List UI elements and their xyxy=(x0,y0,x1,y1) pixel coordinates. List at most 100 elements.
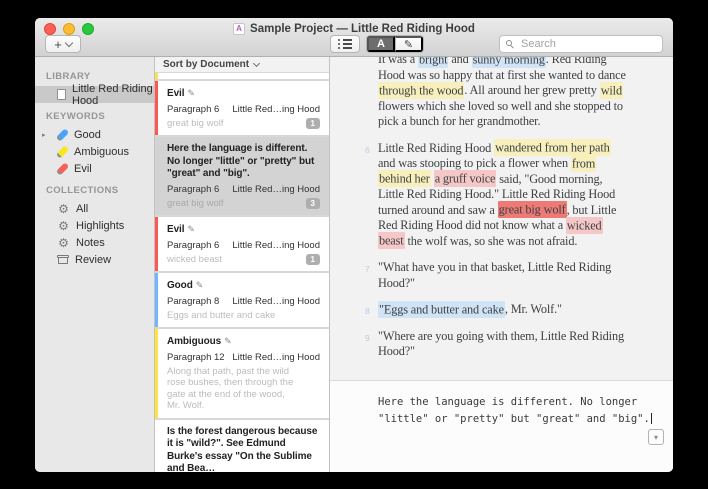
highlight-count-badge: 1 xyxy=(305,117,320,129)
document-paragraph[interactable]: 8 "Eggs and butter and cake, Mr. Wolf." xyxy=(365,300,626,318)
list-icon xyxy=(338,39,352,49)
chevron-down-icon xyxy=(253,59,261,68)
document-paragraph[interactable]: It was a bright and sunny morning. Red R… xyxy=(378,57,626,130)
note-card-excerpt-text: wicked beast xyxy=(167,253,222,265)
note-card-excerpt: Along that path, past the wild rose bush… xyxy=(167,366,320,412)
highlighted-text: a gruff voice xyxy=(433,170,497,187)
pencil-icon: ✎ xyxy=(224,336,232,346)
main-content: LIBRARY Little Red Riding Hood KEYWORDS ▸ Go… xyxy=(35,57,673,472)
paragraph-text: . All around her grew pretty xyxy=(464,83,600,97)
add-button[interactable]: + xyxy=(45,35,81,53)
note-card-meta: Paragraph 6 Little Red…ing Hood xyxy=(167,184,320,195)
note-card-excerpt-text: Eggs and butter and cake xyxy=(167,309,276,321)
paragraph-text: "Where are you going with them, Little R… xyxy=(378,328,624,359)
sidebar: LIBRARY Little Red Riding Hood KEYWORDS ▸ Go… xyxy=(35,57,155,472)
note-card-excerpt-text: Along that path, past the wild rose bush… xyxy=(167,365,294,412)
highlighted-text: bright xyxy=(417,57,449,68)
search-icon xyxy=(506,39,515,49)
sidebar-item-little-red-riding-hood[interactable]: Little Red Riding Hood xyxy=(35,83,154,107)
notes-list-panel: Sort by Document Evil ✎ Paragraph 6 Little … xyxy=(155,57,330,472)
sidebar-item-evil[interactable]: Evil xyxy=(35,160,154,177)
sidebar-item-highlights[interactable]: ⚙ Highlights xyxy=(35,217,154,234)
window-title: Sample Project — Little Red Riding Hood xyxy=(250,23,475,35)
document-paragraph[interactable]: 9 "Where are you going with them, Little … xyxy=(365,328,626,360)
sidebar-item-label: Review xyxy=(75,253,112,266)
note-editor: Here the language is different. No longe… xyxy=(330,380,673,472)
note-editor-text[interactable]: Here the language is different. No longe… xyxy=(378,394,666,428)
search-field xyxy=(499,35,663,53)
paragraph-text: "What have you in that basket, Little Re… xyxy=(378,260,612,290)
note-card[interactable]: Evil ✎ Paragraph 6 Little Red…ing Hood wicke… xyxy=(155,217,329,271)
collapse-note-button[interactable]: ▾ xyxy=(648,429,664,445)
sidebar-item-good[interactable]: ▸ Good xyxy=(35,126,154,143)
text-view-label: A xyxy=(377,38,385,50)
app-icon: A xyxy=(233,23,246,35)
highlighted-text: wandered from her path xyxy=(494,139,611,156)
keyword-color-stripe xyxy=(155,273,158,327)
gear-icon: ⚙ xyxy=(58,235,69,250)
highlight-count-badge: 1 xyxy=(305,253,320,265)
document-paragraph[interactable]: 7 "What have you in that basket, Little R… xyxy=(365,260,626,291)
gear-icon: ⚙ xyxy=(58,218,69,233)
note-card-document: Little Red…ing Hood xyxy=(232,239,320,251)
note-card-document: Little Red…ing Hood xyxy=(232,351,320,363)
note-card-paragraph: Paragraph 6 xyxy=(167,103,220,115)
sidebar-item-label: Little Red Riding Hood xyxy=(72,82,153,107)
note-card[interactable]: Here the language is different. No longe… xyxy=(155,137,329,215)
pencil-icon: ✎ xyxy=(187,88,195,98)
text-view-button[interactable]: A xyxy=(367,36,395,52)
paragraph-text: and xyxy=(448,57,472,66)
note-card-excerpt-text: great big wolf xyxy=(167,197,224,209)
list-view-button[interactable] xyxy=(330,35,360,53)
sort-dropdown[interactable]: Sort by Document xyxy=(155,57,329,73)
plus-icon: + xyxy=(54,36,62,52)
pencil-icon: ✎ xyxy=(195,280,204,290)
paragraph-number: 6 xyxy=(365,144,370,155)
keyword-color-stripe xyxy=(155,81,158,135)
sidebar-item-ambiguous[interactable]: Ambiguous xyxy=(35,143,154,160)
app-window: A Sample Project — Little Red Riding Hoo… xyxy=(35,18,673,472)
note-card-title: Is the forest dangerous because it is "w… xyxy=(167,425,318,473)
note-card[interactable]: Evil ✎ Paragraph 6 Little Red…ing Hood great… xyxy=(155,81,329,135)
document-text-area[interactable]: It was a bright and sunny morning. Red R… xyxy=(330,57,673,379)
note-card-document: Little Red…ing Hood xyxy=(232,103,320,115)
sidebar-item-review[interactable]: Review xyxy=(35,251,154,268)
titlebar[interactable]: A Sample Project — Little Red Riding Hoo… xyxy=(35,18,673,57)
note-card-title: Good ✎ xyxy=(167,280,204,291)
sidebar-item-notes[interactable]: ⚙ Notes xyxy=(35,234,154,251)
note-card-excerpt: wicked beast 1 xyxy=(167,253,320,266)
paragraph-number: 7 xyxy=(365,264,370,274)
note-card-meta: Paragraph 8 Little Red…ing Hood xyxy=(167,296,320,307)
note-card-excerpt-text: great big wolf xyxy=(167,117,224,129)
paragraph-number: 8 xyxy=(365,306,370,316)
archive-box-icon xyxy=(57,254,69,265)
paragraph-text: flowers which she loved so well and she … xyxy=(378,98,623,129)
gear-icon: ⚙ xyxy=(58,201,69,216)
sidebar-item-label: Good xyxy=(74,128,101,141)
document-paragraph[interactable]: 6 Little Red Riding Hood wandered from he… xyxy=(365,139,626,249)
note-card-paragraph: Paragraph 6 xyxy=(167,183,220,195)
note-card-title: Ambiguous ✎ xyxy=(167,336,232,347)
note-card[interactable]: Ambiguous ✎ Paragraph 12 Little Red…ing Hoo… xyxy=(155,329,329,418)
note-card[interactable]: Is the forest dangerous because it is "w… xyxy=(155,419,329,473)
search-input[interactable] xyxy=(519,37,656,51)
annotate-view-button[interactable]: ✎ xyxy=(395,36,423,52)
sidebar-item-label: All xyxy=(76,202,89,215)
note-card-meta: Paragraph 6 Little Red…ing Hood xyxy=(167,240,320,251)
sidebar-item-label: Notes xyxy=(76,236,105,249)
paragraph-text: Little Red Riding Hood xyxy=(378,140,495,155)
note-card[interactable]: Good ✎ Paragraph 8 Little Red…ing Hood Eggs … xyxy=(155,273,329,327)
keyword-color-stripe xyxy=(155,329,158,418)
note-card-title: Evil ✎ xyxy=(167,224,195,235)
highlighted-text: through the wood xyxy=(378,81,465,99)
sidebar-item-all[interactable]: ⚙ All xyxy=(35,200,154,217)
paragraph-text: and was stooping to pick a flower when xyxy=(378,156,571,170)
text-cursor xyxy=(650,413,652,424)
note-card-paragraph: Paragraph 12 xyxy=(167,351,225,363)
pen-icon: ✎ xyxy=(403,38,414,51)
note-card[interactable] xyxy=(155,73,329,79)
disclosure-triangle-icon[interactable]: ▸ xyxy=(42,131,46,139)
note-card-document: Little Red…ing Hood xyxy=(232,295,320,307)
view-mode-segmented-control: A ✎ xyxy=(366,35,424,53)
desktop-background: A Sample Project — Little Red Riding Hoo… xyxy=(0,0,708,489)
